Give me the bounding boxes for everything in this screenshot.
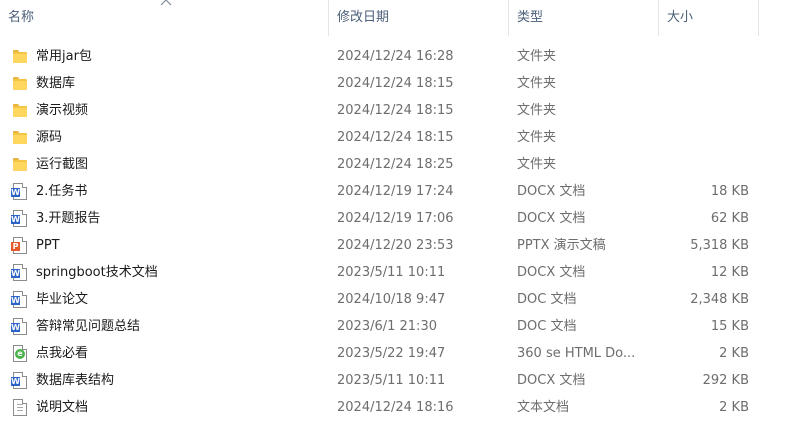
- file-modified: 2024/12/20 23:53: [337, 238, 454, 253]
- folder-icon: [12, 48, 28, 65]
- text-file-icon: [13, 399, 27, 416]
- file-modified: 2024/12/24 18:25: [337, 157, 454, 172]
- file-type: 文本文档: [517, 400, 570, 415]
- file-modified: 2023/5/22 19:47: [337, 346, 446, 361]
- file-name: 源码: [36, 130, 63, 145]
- file-type: PPTX 演示文稿: [517, 238, 606, 253]
- file-modified: 2024/12/24 18:15: [337, 76, 454, 91]
- file-type: 文件夹: [517, 130, 557, 145]
- file-type: 文件夹: [517, 103, 557, 118]
- file-type: 文件夹: [517, 49, 557, 64]
- word-doc-icon: W: [11, 372, 27, 389]
- file-row[interactable]: W 毕业论文 2024/10/18 9:47 DOC 文档 2,348 KB: [0, 286, 789, 313]
- file-modified: 2024/10/18 9:47: [337, 292, 446, 307]
- file-row[interactable]: W 3.开题报告 2024/12/19 17:06 DOCX 文档 62 KB: [0, 205, 789, 232]
- column-header-modified-label: 修改日期: [337, 10, 390, 25]
- folder-icon: [12, 102, 28, 119]
- file-type: 360 se HTML Do...: [517, 346, 636, 361]
- file-name: 演示视频: [36, 103, 89, 118]
- file-row[interactable]: 常用jar包 2024/12/24 16:28 文件夹: [0, 43, 789, 70]
- column-header-type[interactable]: 类型: [509, 0, 658, 36]
- file-type: 文件夹: [517, 76, 557, 91]
- file-row[interactable]: W 答辩常见问题总结 2023/6/1 21:30 DOC 文档 15 KB: [0, 313, 789, 340]
- file-size: 12 KB: [710, 265, 749, 280]
- sort-ascending-icon: [160, 0, 172, 6]
- word-doc-icon: W: [11, 183, 27, 200]
- file-row[interactable]: P PPT 2024/12/20 23:53 PPTX 演示文稿 5,318 K…: [0, 232, 789, 259]
- file-name: 点我必看: [36, 346, 89, 361]
- file-type: DOC 文档: [517, 292, 577, 307]
- column-header-name[interactable]: 名称: [0, 0, 328, 36]
- file-name: 2.任务书: [36, 184, 88, 199]
- folder-icon: [12, 129, 28, 146]
- file-row[interactable]: 运行截图 2024/12/24 18:25 文件夹: [0, 151, 789, 178]
- file-size: 2 KB: [719, 346, 749, 361]
- file-name: 毕业论文: [36, 292, 89, 307]
- file-modified: 2024/12/19 17:24: [337, 184, 454, 199]
- html-file-icon: e: [13, 345, 27, 362]
- word-doc-icon: W: [11, 210, 27, 227]
- file-row[interactable]: e 点我必看 2023/5/22 19:47 360 se HTML Do...…: [0, 340, 789, 367]
- file-name: 运行截图: [36, 157, 89, 172]
- column-header-size[interactable]: 大小: [659, 0, 759, 36]
- column-header-size-label: 大小: [667, 10, 694, 25]
- file-type: DOCX 文档: [517, 265, 586, 280]
- file-modified: 2023/5/11 10:11: [337, 373, 446, 388]
- column-header-name-label: 名称: [8, 10, 35, 25]
- word-doc-icon: W: [11, 291, 27, 308]
- column-divider[interactable]: [758, 0, 759, 36]
- file-type: DOCX 文档: [517, 184, 586, 199]
- folder-icon: [12, 75, 28, 92]
- file-row[interactable]: 演示视频 2024/12/24 18:15 文件夹: [0, 97, 789, 124]
- file-row[interactable]: 说明文档 2024/12/24 18:16 文本文档 2 KB: [0, 394, 789, 421]
- file-list: 常用jar包 2024/12/24 16:28 文件夹 数据库 2024/12/…: [0, 43, 789, 421]
- file-size: 18 KB: [710, 184, 749, 199]
- file-name: 说明文档: [36, 400, 89, 415]
- file-size: 62 KB: [710, 211, 749, 226]
- file-name: 常用jar包: [36, 49, 92, 64]
- file-name: 数据库: [36, 76, 76, 91]
- file-size: 292 KB: [702, 373, 749, 388]
- folder-icon: [12, 156, 28, 173]
- file-name: 数据库表结构: [36, 373, 115, 388]
- file-row[interactable]: 源码 2024/12/24 18:15 文件夹: [0, 124, 789, 151]
- file-type: DOCX 文档: [517, 211, 586, 226]
- file-type: DOC 文档: [517, 319, 577, 334]
- column-header-modified[interactable]: 修改日期: [329, 0, 508, 36]
- file-type: DOCX 文档: [517, 373, 586, 388]
- file-modified: 2024/12/24 18:15: [337, 103, 454, 118]
- file-modified: 2024/12/24 18:15: [337, 130, 454, 145]
- file-type: 文件夹: [517, 157, 557, 172]
- file-row[interactable]: 数据库 2024/12/24 18:15 文件夹: [0, 70, 789, 97]
- file-modified: 2024/12/24 18:16: [337, 400, 454, 415]
- file-size: 2,348 KB: [690, 292, 749, 307]
- column-header-bar: 名称 修改日期 类型 大小: [0, 0, 789, 36]
- file-modified: 2024/12/24 16:28: [337, 49, 454, 64]
- word-doc-icon: W: [11, 318, 27, 335]
- file-name: springboot技术文档: [36, 265, 158, 280]
- file-size: 15 KB: [710, 319, 749, 334]
- file-modified: 2023/6/1 21:30: [337, 319, 437, 334]
- column-header-type-label: 类型: [517, 10, 544, 25]
- file-name: 答辩常见问题总结: [36, 319, 141, 334]
- file-size: 2 KB: [719, 400, 749, 415]
- powerpoint-icon: P: [11, 237, 27, 254]
- file-name: PPT: [36, 238, 60, 253]
- file-row[interactable]: W 数据库表结构 2023/5/11 10:11 DOCX 文档 292 KB: [0, 367, 789, 394]
- file-modified: 2023/5/11 10:11: [337, 265, 446, 280]
- file-row[interactable]: W springboot技术文档 2023/5/11 10:11 DOCX 文档…: [0, 259, 789, 286]
- file-modified: 2024/12/19 17:06: [337, 211, 454, 226]
- word-doc-icon: W: [11, 264, 27, 281]
- file-row[interactable]: W 2.任务书 2024/12/19 17:24 DOCX 文档 18 KB: [0, 178, 789, 205]
- file-size: 5,318 KB: [690, 238, 749, 253]
- file-name: 3.开题报告: [36, 211, 101, 226]
